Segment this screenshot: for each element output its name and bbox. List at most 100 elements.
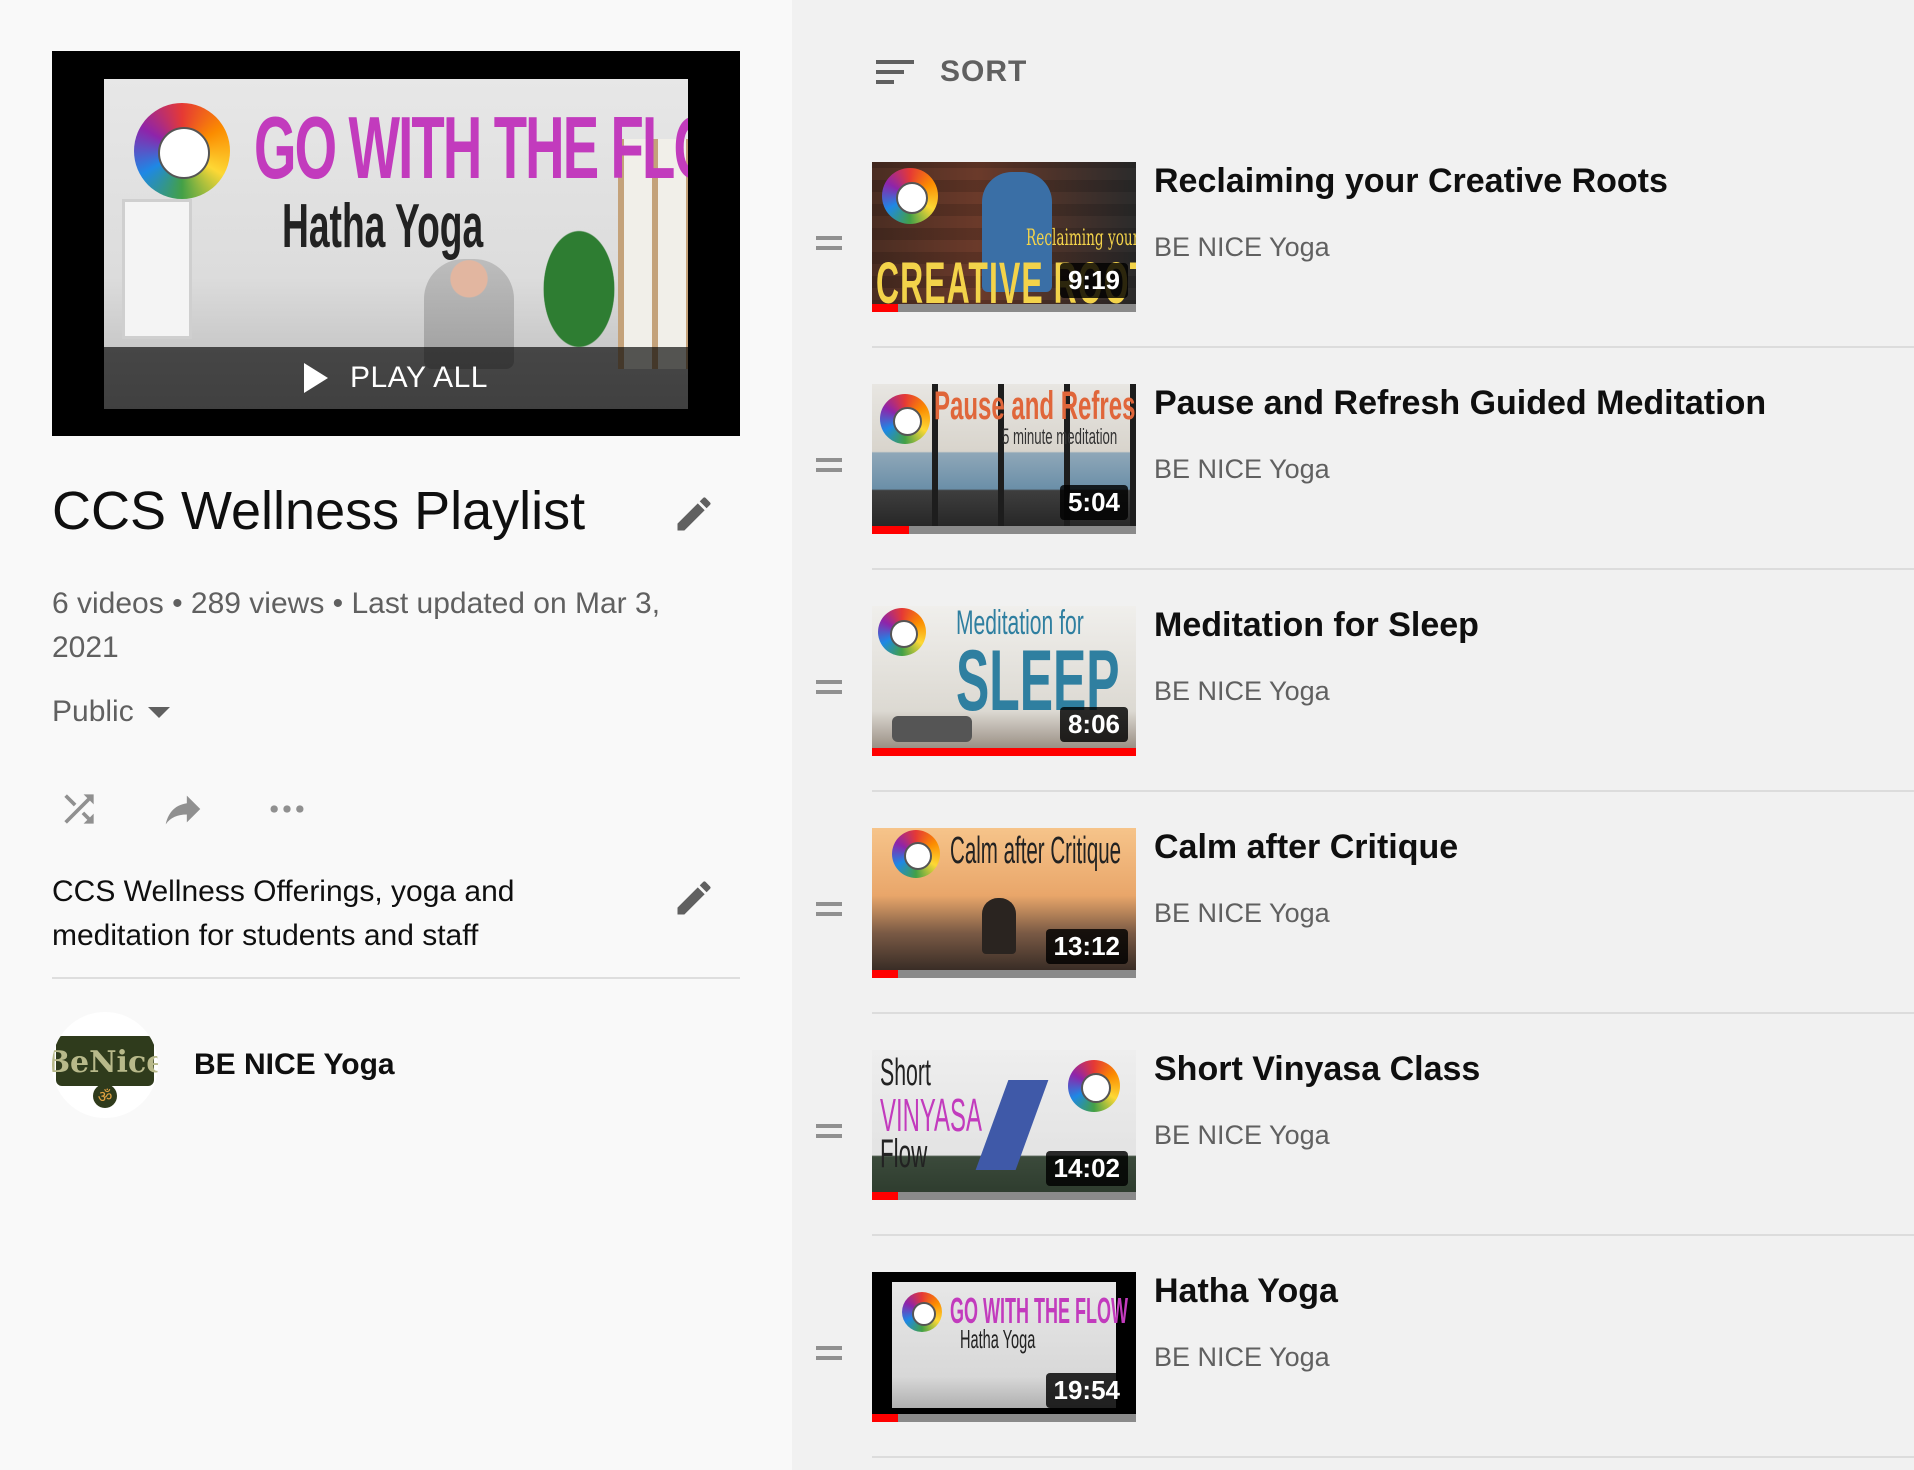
watch-progress-bar — [872, 1192, 1136, 1200]
video-title[interactable]: Short Vinyasa Class — [1154, 1050, 1480, 1089]
shuffle-button[interactable] — [52, 782, 106, 836]
sort-icon — [876, 60, 914, 84]
channel-owner[interactable]: BeNice ॐ BE NICE Yoga — [52, 1012, 395, 1118]
watch-progress-bar — [872, 970, 1136, 978]
more-horiz-icon — [270, 805, 304, 813]
watch-progress-bar — [872, 1414, 1136, 1422]
share-button[interactable] — [156, 782, 210, 836]
item-divider — [872, 1012, 1914, 1014]
sidebar-divider — [52, 977, 740, 979]
thumb-subtitle: Hatha Yoga — [960, 1324, 1036, 1354]
thumb-door — [122, 199, 192, 339]
playlist-video-item[interactable]: Calm after Critique 13:12 Calm after Cri… — [792, 828, 1914, 1050]
edit-title-button[interactable] — [668, 488, 720, 540]
pencil-icon — [677, 497, 711, 531]
thumb-person — [892, 716, 972, 742]
video-thumbnail[interactable]: GO WITH THE FLOW Hatha Yoga 19:54 — [872, 1272, 1136, 1422]
playlist-title: CCS Wellness Playlist — [52, 481, 586, 541]
video-title[interactable]: Meditation for Sleep — [1154, 606, 1479, 645]
watch-progress-fill — [872, 748, 1136, 756]
share-arrow-icon — [165, 795, 201, 825]
video-title[interactable]: Calm after Critique — [1154, 828, 1458, 867]
playlist-stats: 6 videos • 289 views • Last updated on M… — [52, 587, 661, 664]
drag-handle-icon[interactable] — [816, 456, 846, 476]
watch-progress-bar — [872, 526, 1136, 534]
wellness-logo-icon — [134, 103, 230, 199]
video-channel[interactable]: BE NICE Yoga — [1154, 898, 1330, 929]
drag-handle-icon[interactable] — [816, 900, 846, 920]
be-nice-logo: BeNice ॐ — [52, 1036, 158, 1108]
edit-description-button[interactable] — [668, 872, 720, 924]
thumb-person — [982, 898, 1016, 954]
video-thumbnail[interactable]: Meditation for SLEEP 8:06 — [872, 606, 1136, 756]
privacy-dropdown[interactable]: Public — [52, 695, 170, 729]
svg-text:BeNice: BeNice — [52, 1045, 158, 1080]
hero-thumb-title: GO WITH THE FLOW — [254, 98, 688, 197]
video-channel[interactable]: BE NICE Yoga — [1154, 676, 1330, 707]
playlist-hero-thumbnail[interactable]: GO WITH THE FLOW Hatha Yoga PLAY ALL — [52, 51, 740, 436]
playlist-video-item[interactable]: Reclaiming your CREATIVE ROOTS 9:19 Recl… — [792, 162, 1914, 384]
watch-progress-bar — [872, 748, 1136, 756]
video-channel[interactable]: BE NICE Yoga — [1154, 1342, 1330, 1373]
video-channel[interactable]: BE NICE Yoga — [1154, 1120, 1330, 1151]
watch-progress-fill — [872, 526, 909, 534]
watch-progress-fill — [872, 1414, 899, 1422]
video-title[interactable]: Pause and Refresh Guided Meditation — [1154, 384, 1766, 423]
privacy-value: Public — [52, 695, 134, 728]
playlist-video-item[interactable]: Short VINYASA Flow 14:02 Short Vinyasa C… — [792, 1050, 1914, 1272]
play-icon — [303, 363, 328, 393]
item-divider — [872, 1234, 1914, 1236]
thumb-subtitle-2: Flow — [880, 1132, 928, 1176]
thumb-title: Pause and Refresh — [934, 384, 1136, 428]
svg-text:ॐ: ॐ — [98, 1087, 113, 1106]
pencil-icon — [677, 881, 711, 915]
caret-down-icon — [147, 706, 170, 718]
duration-badge: 14:02 — [1045, 1151, 1128, 1186]
video-thumbnail[interactable]: Calm after Critique 13:12 — [872, 828, 1136, 978]
item-divider — [872, 790, 1914, 792]
drag-handle-icon[interactable] — [816, 678, 846, 698]
watch-progress-fill — [872, 970, 899, 978]
wellness-logo-icon — [878, 608, 926, 656]
more-actions-button[interactable] — [260, 782, 314, 836]
video-channel[interactable]: BE NICE Yoga — [1154, 454, 1330, 485]
channel-name[interactable]: BE NICE Yoga — [194, 1048, 395, 1082]
wellness-logo-icon — [1068, 1060, 1120, 1112]
play-all-label: PLAY ALL — [349, 361, 488, 394]
watch-progress-fill — [872, 1192, 899, 1200]
playlist-video-list: SORT Reclaiming your CREATIVE ROOTS 9:19… — [792, 0, 1914, 1470]
item-divider — [872, 1456, 1914, 1458]
watch-progress-fill — [872, 304, 899, 312]
wellness-logo-icon — [882, 168, 938, 224]
item-divider — [872, 568, 1914, 570]
drag-handle-icon[interactable] — [816, 1344, 846, 1364]
thumb-subtitle: 5 minute meditation — [1002, 424, 1118, 449]
item-divider — [872, 346, 1914, 348]
duration-badge: 5:04 — [1059, 485, 1128, 520]
video-title[interactable]: Reclaiming your Creative Roots — [1154, 162, 1668, 201]
hero-thumb-subtitle: Hatha Yoga — [282, 192, 484, 261]
thumb-subtitle: Reclaiming your — [1026, 226, 1136, 251]
sort-button[interactable]: SORT — [874, 54, 1027, 90]
playlist-video-item[interactable]: Pause and Refresh 5 minute meditation 5:… — [792, 384, 1914, 606]
duration-badge: 8:06 — [1059, 707, 1128, 742]
video-title[interactable]: Hatha Yoga — [1154, 1272, 1338, 1311]
playlist-description: CCS Wellness Offerings, yoga and meditat… — [52, 875, 515, 952]
video-channel[interactable]: BE NICE Yoga — [1154, 232, 1330, 263]
video-thumbnail[interactable]: Short VINYASA Flow 14:02 — [872, 1050, 1136, 1200]
video-thumbnail[interactable]: Reclaiming your CREATIVE ROOTS 9:19 — [872, 162, 1136, 312]
wellness-logo-icon — [892, 830, 940, 878]
duration-badge: 9:19 — [1059, 263, 1128, 298]
drag-handle-icon[interactable] — [816, 1122, 846, 1142]
wellness-logo-icon — [880, 394, 930, 444]
wellness-logo-icon — [902, 1292, 942, 1332]
drag-handle-icon[interactable] — [816, 234, 846, 254]
shuffle-icon — [64, 794, 94, 824]
play-all-button[interactable]: PLAY ALL — [104, 347, 688, 409]
channel-avatar[interactable]: BeNice ॐ — [52, 1012, 158, 1118]
watch-progress-bar — [872, 304, 1136, 312]
playlist-video-item[interactable]: Meditation for SLEEP 8:06 Meditation for… — [792, 606, 1914, 828]
thumb-title: Calm after Critique — [950, 830, 1122, 872]
playlist-video-item[interactable]: GO WITH THE FLOW Hatha Yoga 19:54 Hatha … — [792, 1272, 1914, 1470]
video-thumbnail[interactable]: Pause and Refresh 5 minute meditation 5:… — [872, 384, 1136, 534]
